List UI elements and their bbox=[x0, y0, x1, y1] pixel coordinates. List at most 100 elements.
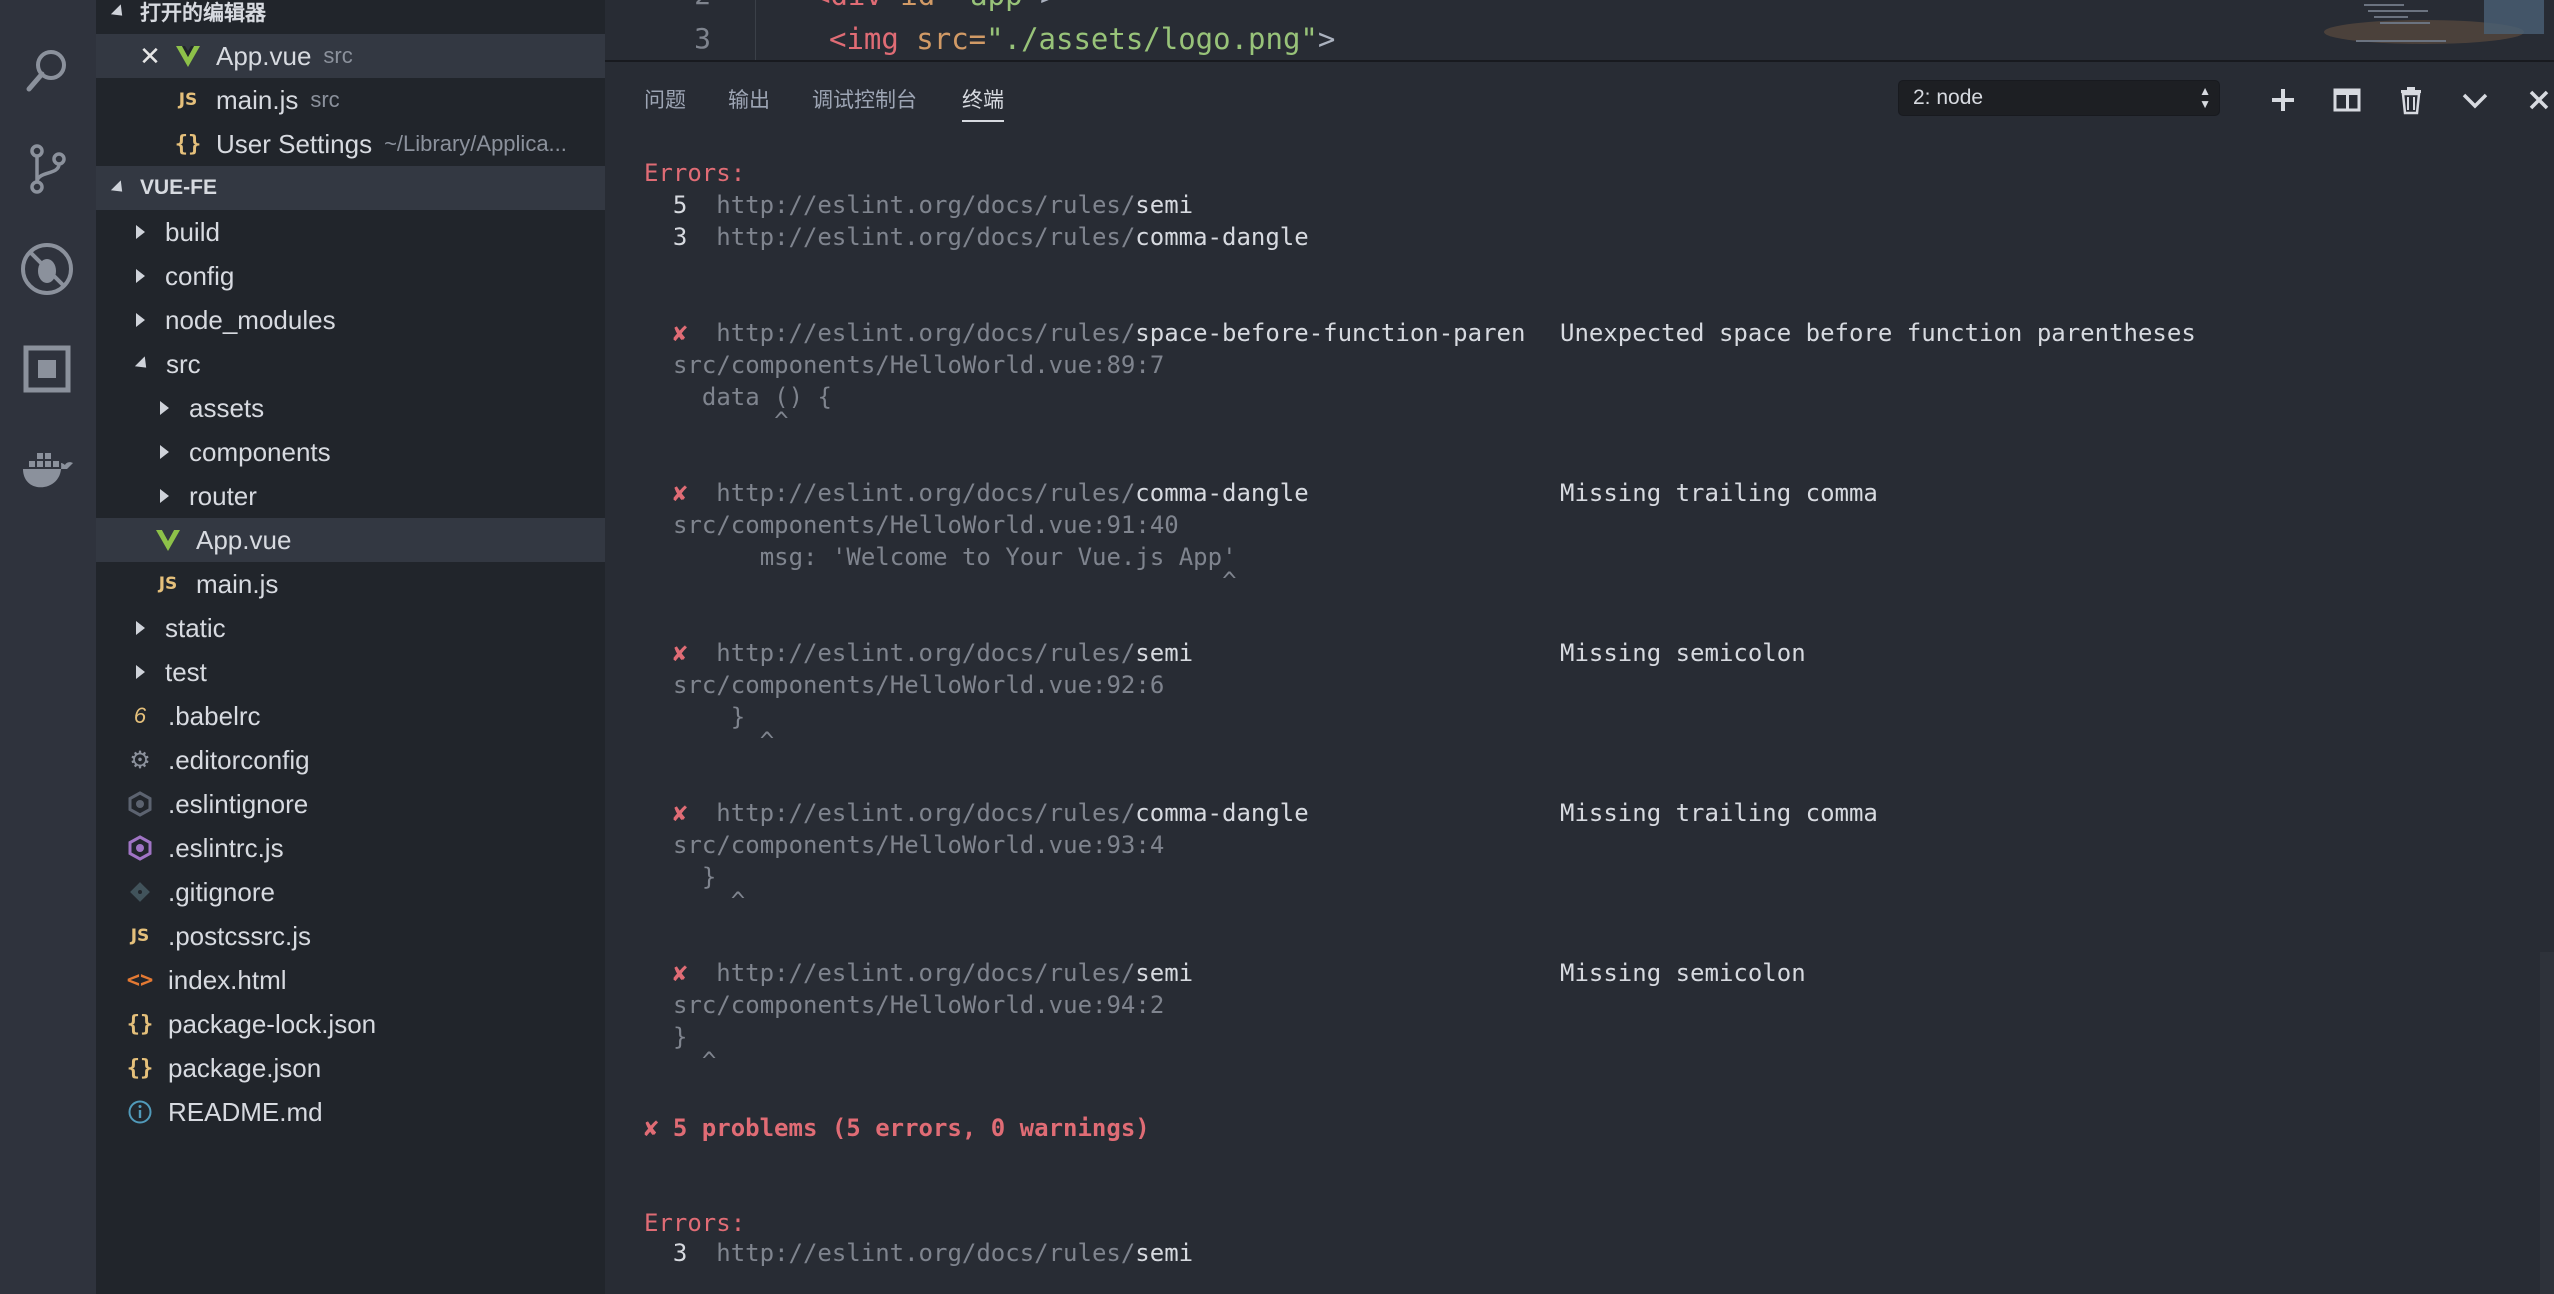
chevron-right-icon bbox=[136, 665, 145, 679]
tree-file-package-lock[interactable]: {} package-lock.json bbox=[96, 1002, 605, 1046]
bottom-panel: 问题 输出 调试控制台 终端 2: node ▲ ▼ Errors: 5 http… bbox=[605, 62, 2554, 1294]
project-header[interactable]: VUE-FE bbox=[96, 166, 605, 210]
js-icon: JS bbox=[130, 926, 150, 946]
error-count: 5 bbox=[672, 191, 688, 219]
tree-file-gitignore[interactable]: .gitignore bbox=[96, 870, 605, 914]
problem-header: ✘ http://eslint.org/docs/rules/semi bbox=[644, 637, 1193, 669]
tree-file-app-vue[interactable]: App.vue bbox=[96, 518, 605, 562]
docker-icon[interactable] bbox=[14, 436, 80, 502]
tab-problems[interactable]: 问题 bbox=[644, 84, 686, 114]
tree-item-label: .postcssrc.js bbox=[168, 920, 312, 951]
terminal-select[interactable]: 2: node ▲ ▼ bbox=[1898, 80, 2220, 116]
tab-terminal[interactable]: 终端 bbox=[962, 84, 1004, 122]
rule-url: http://eslint.org/docs/rules/ bbox=[716, 799, 1136, 827]
tree-item-label: .babelrc bbox=[168, 700, 261, 731]
tree-item-label: package.json bbox=[168, 1052, 322, 1083]
add-terminal-icon bbox=[2272, 89, 2294, 111]
errors-label: Errors: bbox=[644, 1209, 746, 1237]
tree-file-postcssrc[interactable]: JS .postcssrc.js bbox=[96, 914, 605, 958]
rule-url: http://eslint.org/docs/rules/ bbox=[716, 479, 1136, 507]
tree-folder-components[interactable]: components bbox=[96, 430, 605, 474]
tree-item-label: README.md bbox=[168, 1096, 323, 1127]
tree-file-babelrc[interactable]: 6 .babelrc bbox=[96, 694, 605, 738]
split-terminal-button[interactable] bbox=[2327, 80, 2367, 120]
open-editor-name: App.vue bbox=[216, 40, 312, 71]
problem-message: Missing trailing comma bbox=[1560, 799, 1878, 827]
tab-output[interactable]: 输出 bbox=[728, 84, 770, 114]
terminal-scrollbar[interactable] bbox=[2540, 952, 2554, 1294]
source-control-icon[interactable] bbox=[14, 136, 80, 202]
problem-file: src/components/HelloWorld.vue:93:4 bbox=[673, 831, 1165, 859]
chevron-right-icon bbox=[136, 225, 145, 239]
close-icon[interactable]: ✕ bbox=[136, 41, 164, 72]
open-editor-item[interactable]: {} User Settings ~/Library/Applica... bbox=[96, 122, 605, 166]
tree-item-label: .eslintignore bbox=[168, 788, 309, 819]
extensions-icon[interactable] bbox=[14, 336, 80, 402]
minimap[interactable] bbox=[2304, 0, 2554, 60]
open-editors-header[interactable]: 打开的编辑器 bbox=[96, 0, 605, 34]
collapse-panel-button[interactable] bbox=[2455, 80, 2495, 120]
kill-terminal-button[interactable] bbox=[2391, 80, 2431, 120]
rule-name: space-before-function-paren bbox=[1135, 319, 1526, 347]
open-editor-name: main.js bbox=[216, 84, 299, 115]
rule-name: comma-dangle bbox=[1135, 479, 1309, 507]
problem-file: src/components/HelloWorld.vue:94:2 bbox=[673, 991, 1165, 1019]
tree-folder-node-modules[interactable]: node_modules bbox=[96, 298, 605, 342]
tree-folder-test[interactable]: test bbox=[96, 650, 605, 694]
code-tag: <img bbox=[829, 22, 899, 56]
open-editor-item[interactable]: JS main.js src bbox=[96, 78, 605, 122]
close-panel-button[interactable] bbox=[2519, 80, 2554, 120]
tree-file-readme[interactable]: README.md bbox=[96, 1090, 605, 1134]
tree-item-label: assets bbox=[189, 392, 265, 423]
tree-item-label: package-lock.json bbox=[168, 1008, 377, 1039]
tree-item-label: main.js bbox=[196, 568, 279, 599]
tree-folder-config[interactable]: config bbox=[96, 254, 605, 298]
tree-item-label: App.vue bbox=[196, 524, 292, 555]
problem-caret: ^ bbox=[673, 727, 775, 755]
tree-folder-assets[interactable]: assets bbox=[96, 386, 605, 430]
problem-file: src/components/HelloWorld.vue:89:7 bbox=[673, 351, 1165, 379]
problem-caret: ^ bbox=[673, 407, 789, 435]
code-string: "./assets/logo.png" bbox=[986, 22, 1318, 56]
tree-file-eslintrc[interactable]: .eslintrc.js bbox=[96, 826, 605, 870]
tree-item-label: .editorconfig bbox=[168, 744, 310, 775]
chevron-down-icon bbox=[110, 179, 128, 197]
tab-debug-console[interactable]: 调试控制台 bbox=[812, 84, 917, 114]
tree-folder-build[interactable]: build bbox=[96, 210, 605, 254]
problem-message: Unexpected space before function parenth… bbox=[1560, 319, 2196, 347]
tree-folder-static[interactable]: static bbox=[96, 606, 605, 650]
tree-file-package-json[interactable]: {} package.json bbox=[96, 1046, 605, 1090]
eslint-icon bbox=[126, 790, 154, 818]
search-icon[interactable] bbox=[14, 38, 80, 104]
tree-item-label: src bbox=[166, 348, 201, 379]
rule-url: http://eslint.org/docs/rules/ bbox=[716, 191, 1136, 219]
error-count: 3 bbox=[672, 1239, 688, 1267]
debug-icon[interactable] bbox=[14, 236, 80, 302]
error-mark-icon: ✘ bbox=[672, 959, 688, 987]
eslint-icon bbox=[126, 834, 154, 862]
trash-icon bbox=[2401, 87, 2421, 115]
tree-file-main-js[interactable]: JS main.js bbox=[96, 562, 605, 606]
open-editor-item[interactable]: ✕ App.vue src bbox=[96, 34, 605, 78]
error-summary-line: 5 http://eslint.org/docs/rules/semi bbox=[644, 189, 1193, 221]
tree-file-eslintignore[interactable]: .eslintignore bbox=[96, 782, 605, 826]
tree-folder-router[interactable]: router bbox=[96, 474, 605, 518]
chevron-down-icon bbox=[110, 3, 128, 21]
open-editor-desc: src bbox=[310, 87, 340, 112]
terminal-select-value: 2: node bbox=[1913, 86, 1984, 109]
problem-message: Missing semicolon bbox=[1560, 639, 1806, 667]
code-editor[interactable]: 2 <div id="app"> 3 <img src="./assets/lo… bbox=[605, 0, 2554, 62]
code-punct: > bbox=[1317, 22, 1336, 56]
tree-file-editorconfig[interactable]: ⚙ .editorconfig bbox=[96, 738, 605, 782]
open-editor-desc: src bbox=[323, 43, 353, 68]
problems-total: ✘ 5 problems (5 errors, 0 warnings) bbox=[644, 1114, 1150, 1142]
json-icon: {} bbox=[126, 1011, 154, 1037]
line-number: 2 bbox=[651, 0, 711, 11]
add-terminal-button[interactable] bbox=[2263, 80, 2303, 120]
error-mark-icon: ✘ bbox=[672, 639, 688, 667]
tree-item-label: router bbox=[189, 480, 257, 511]
tree-folder-src[interactable]: src bbox=[96, 342, 605, 386]
problem-message: Missing trailing comma bbox=[1560, 479, 1878, 507]
tree-file-index-html[interactable]: <> index.html bbox=[96, 958, 605, 1002]
rule-url: http://eslint.org/docs/rules/ bbox=[716, 1239, 1136, 1267]
